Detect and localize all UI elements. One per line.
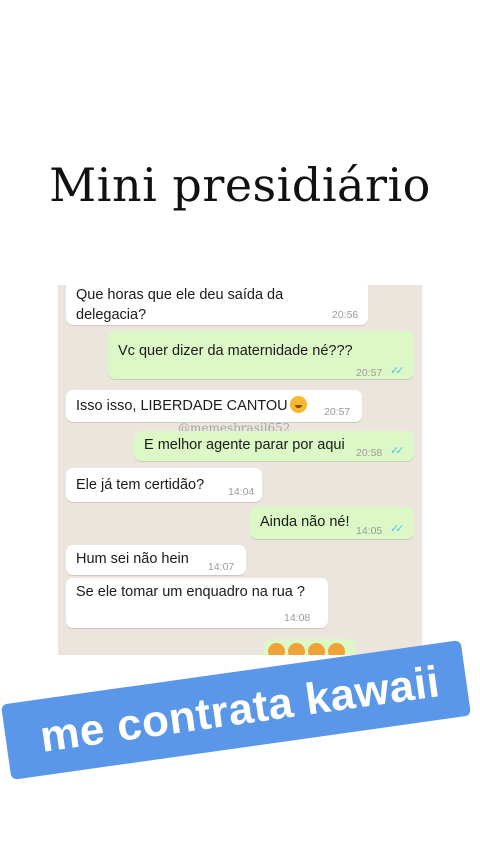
caption-banner-text: me contrata kawaii <box>37 657 443 762</box>
message-text: Hum sei não hein <box>76 551 189 567</box>
message-text: Vc quer dizer da maternidade né??? <box>118 343 353 359</box>
message-time: 20:57 <box>356 367 383 379</box>
laughing-emoji-icon <box>289 396 307 413</box>
message-incoming: Se ele tomar um enquadro na rua ? 14:08 <box>66 578 328 628</box>
read-receipt-icon: ✓✓ <box>390 445 405 457</box>
page-title: Mini presidiário <box>49 158 431 212</box>
message-time: 14:08 <box>284 612 311 624</box>
message-incoming: Que horas que ele deu saída da delegacia… <box>66 285 368 325</box>
message-time: 14:04 <box>228 486 255 498</box>
laughing-emoji-icon <box>288 643 305 655</box>
message-outgoing: Vc quer dizer da maternidade né??? 20:57… <box>108 331 414 379</box>
chat-screenshot: Que horas que ele deu saída da delegacia… <box>58 285 422 655</box>
message-outgoing: Ainda não né! 14:05 ✓✓ <box>250 507 414 539</box>
message-time: 14:05 <box>356 525 383 537</box>
message-text: Se ele tomar um enquadro na rua ? <box>76 584 305 600</box>
message-text: Ainda não né! <box>260 514 350 530</box>
message-time: 20:57 <box>324 406 351 418</box>
message-incoming: Hum sei não hein 14:07 <box>66 545 246 575</box>
message-time: 20:58 <box>356 447 383 459</box>
read-receipt-icon: ✓✓ <box>390 365 405 377</box>
read-receipt-icon: ✓✓ <box>390 523 405 535</box>
message-text: Isso isso, LIBERDADE CANTOU <box>76 398 288 414</box>
laughing-emoji-icon <box>268 643 285 655</box>
message-time: 20:56 <box>332 309 359 321</box>
message-outgoing: E melhor agente parar por aqui 20:58 ✓✓ <box>134 431 414 461</box>
message-time: 14:07 <box>208 561 235 573</box>
message-incoming: Isso isso, LIBERDADE CANTOU 20:57 <box>66 390 362 422</box>
message-text: E melhor agente parar por aqui <box>144 437 345 453</box>
message-incoming: Ele já tem certidão? 14:04 <box>66 468 262 502</box>
message-text: Ele já tem certidão? <box>76 477 205 493</box>
message-text: Que horas que ele deu saída da delegacia… <box>76 287 284 323</box>
